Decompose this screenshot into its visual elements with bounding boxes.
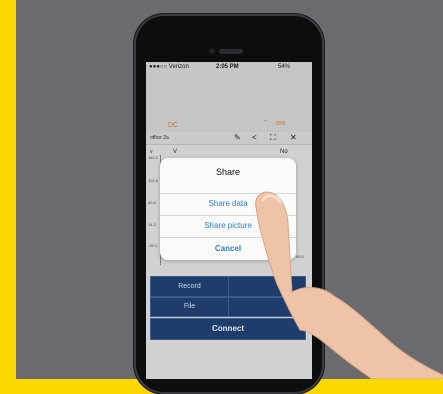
pointing-hand-icon <box>255 191 443 379</box>
